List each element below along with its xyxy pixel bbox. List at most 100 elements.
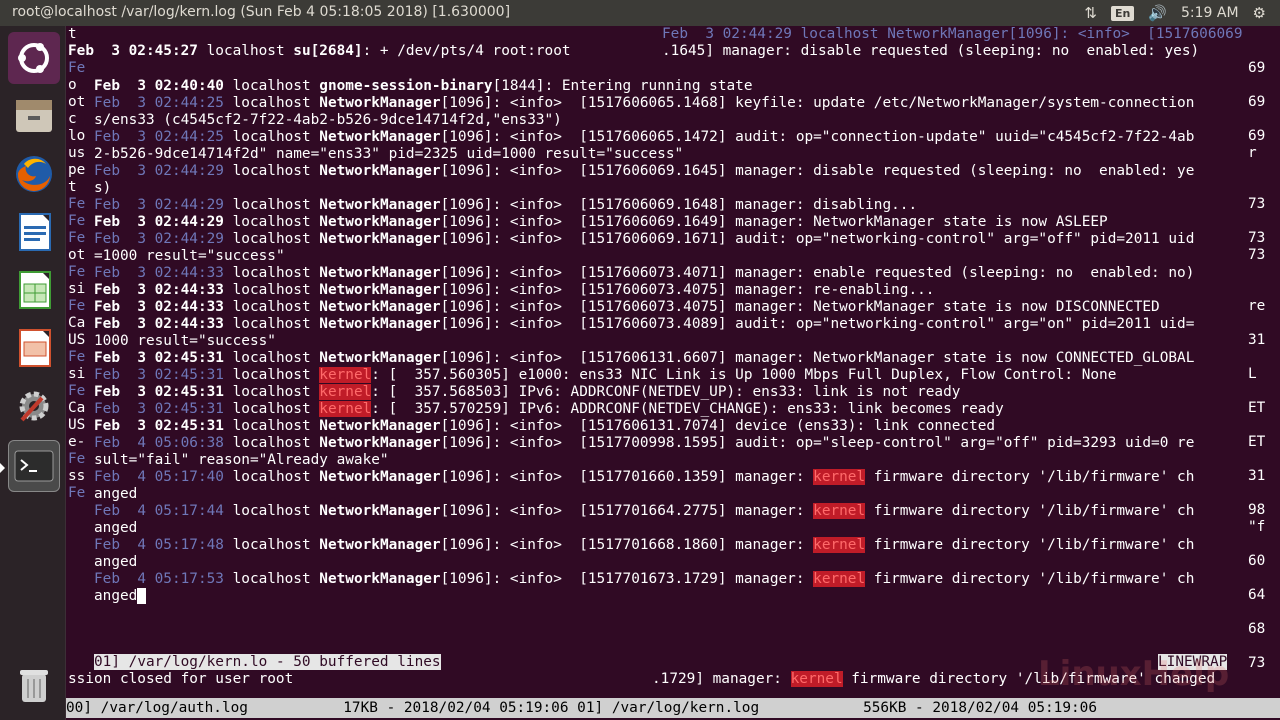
gutter-text: 73 [1248,230,1266,246]
log-continuation: s) [94,180,112,196]
log-host: localhost [232,265,311,281]
log-pid: [1096] [440,537,493,553]
log-line: Feb 3 02:44:25 localhost NetworkManager[… [94,129,1242,146]
log-line: Feb 3 02:44:29 localhost NetworkManager[… [94,214,1242,231]
log-line: 2-b526-9dce14714f2d" name="ens33" pid=23… [94,146,1242,163]
log-line: Feb 4 05:17:53 localhost NetworkManager[… [94,571,1242,588]
log-host: localhost [232,401,311,417]
log-timestamp: Feb 4 05:06:38 [94,435,224,451]
gutter-text: e- [68,434,86,450]
log-process: NetworkManager [319,129,441,145]
log-line: 1000 result="success" [94,333,1242,350]
gutter-text: c [68,111,77,127]
gear-icon[interactable]: ⚙ [1253,4,1266,22]
log-host: localhost [232,367,311,383]
bg-line: .1645] manager: disable requested (sleep… [662,43,1200,59]
settings-icon[interactable] [8,380,60,432]
log-process: NetworkManager [319,163,441,179]
ubuntu-dash-icon[interactable] [8,32,60,84]
log-process: NetworkManager [319,316,441,332]
gutter-text: 69 [1248,94,1266,110]
log-pid: [1096] [440,571,493,587]
gutter-text: Fe [68,383,86,399]
gutter-text: Fe [68,196,86,212]
log-process: NetworkManager [319,265,441,281]
kernel-tag: kernel [790,671,843,687]
firefox-icon[interactable] [8,148,60,200]
files-icon[interactable] [8,90,60,142]
log-timestamp: Feb 3 02:44:29 [94,197,224,213]
log-host: localhost [232,299,311,315]
log-timestamp: Feb 4 05:17:48 [94,537,224,553]
gutter-text: 68 [1248,621,1266,637]
gutter-text: si [68,281,86,297]
log-host: localhost [232,163,311,179]
bg-line: Feb 3 02:44:29 localhost NetworkManager[… [662,26,1243,42]
log-host: localhost [232,197,311,213]
log-continuation: anged [94,486,138,502]
clock[interactable]: 5:19 AM [1181,5,1239,21]
gutter-text: ET [1248,400,1266,416]
gutter-text: US [68,332,86,348]
gutter-text: 64 [1248,587,1266,603]
kern-log-pane[interactable]: Feb 3 02:40:40 localhost gnome-session-b… [90,68,1244,646]
log-message: : <info> [1517606069.1649] manager: Netw… [492,214,1108,230]
log-host: localhost [232,469,311,485]
log-line: Feb 4 05:06:38 localhost NetworkManager[… [94,435,1242,452]
kernel-tag: kernel [319,384,372,400]
log-pid: [1096] [440,163,493,179]
log-line: Feb 4 05:17:40 localhost NetworkManager[… [94,469,1242,486]
active-app-arrow [0,463,5,473]
log-process: NetworkManager [319,95,441,111]
log-process: NetworkManager [319,299,441,315]
gutter-text: 69 [1248,128,1266,144]
gutter-text: t [68,179,77,195]
log-message: : <info> [1517701673.1729] manager: [492,571,814,587]
log-host: localhost [232,503,311,519]
log-host: localhost [232,537,311,553]
log-message: : <info> [1517701660.1359] manager: [492,469,814,485]
log-message: : <info> [1517701664.2775] manager: [492,503,814,519]
gutter-text: Ca [68,315,86,331]
log-host: localhost [232,418,311,434]
log-pid: [1844] [492,78,545,94]
log-pid: [1096] [440,129,493,145]
gutter-text: US [68,417,86,433]
log-timestamp: Feb 3 02:45:31 [94,367,224,383]
log-process: NetworkManager [319,571,441,587]
log-line: Feb 3 02:45:31 localhost kernel: [ 357.5… [94,367,1242,384]
keyboard-language-indicator[interactable]: En [1110,5,1135,21]
log-message: : <info> [1517606069.1671] audit: op="ne… [492,231,1195,247]
gutter-text: 98 [1248,502,1266,518]
log-message-tail: firmware directory '/lib/firmware' ch [865,503,1195,519]
trash-icon[interactable] [8,658,60,710]
terminal-icon[interactable] [8,440,60,492]
log-host: localhost [232,129,311,145]
gutter-text: ot [68,94,86,110]
log-continuation: anged [94,520,138,536]
log-host: localhost [232,95,311,111]
terminal-window[interactable]: t Feb 3 02:45:27 localhost su[2684]: + /d… [66,26,1280,720]
gutter-text: lo [68,128,86,144]
volume-icon[interactable]: 🔊 [1148,4,1167,22]
log-timestamp: Feb 3 02:44:25 [94,129,224,145]
network-updown-icon[interactable]: ⇅ [1084,4,1097,22]
top-panel: root@localhost /var/log/kern.log (Sun Fe… [0,0,1280,26]
calc-icon[interactable] [8,264,60,316]
gutter-text: 73 [1248,196,1266,212]
writer-icon[interactable] [8,206,60,258]
log-process: NetworkManager [319,282,441,298]
log-process: NetworkManager [319,503,441,519]
kernel-tag: kernel [813,537,866,553]
log-message: : <info> [1517606065.1472] audit: op="co… [492,129,1195,145]
gutter-text: 73 [1248,247,1266,263]
log-timestamp: Feb 3 02:45:27 [68,43,198,59]
log-message: : [ 357.560305] e1000: ens33 NIC Link is… [371,367,1117,383]
log-line: Feb 3 02:44:33 localhost NetworkManager[… [94,282,1242,299]
log-continuation: sult="fail" reason="Already awake" [94,452,389,468]
log-line: Feb 3 02:45:31 localhost kernel: [ 357.5… [94,401,1242,418]
log-pid: [1096] [440,231,493,247]
log-message-tail: firmware directory '/lib/firmware' ch [865,571,1195,587]
impress-icon[interactable] [8,322,60,374]
log-line: anged [94,554,1242,571]
